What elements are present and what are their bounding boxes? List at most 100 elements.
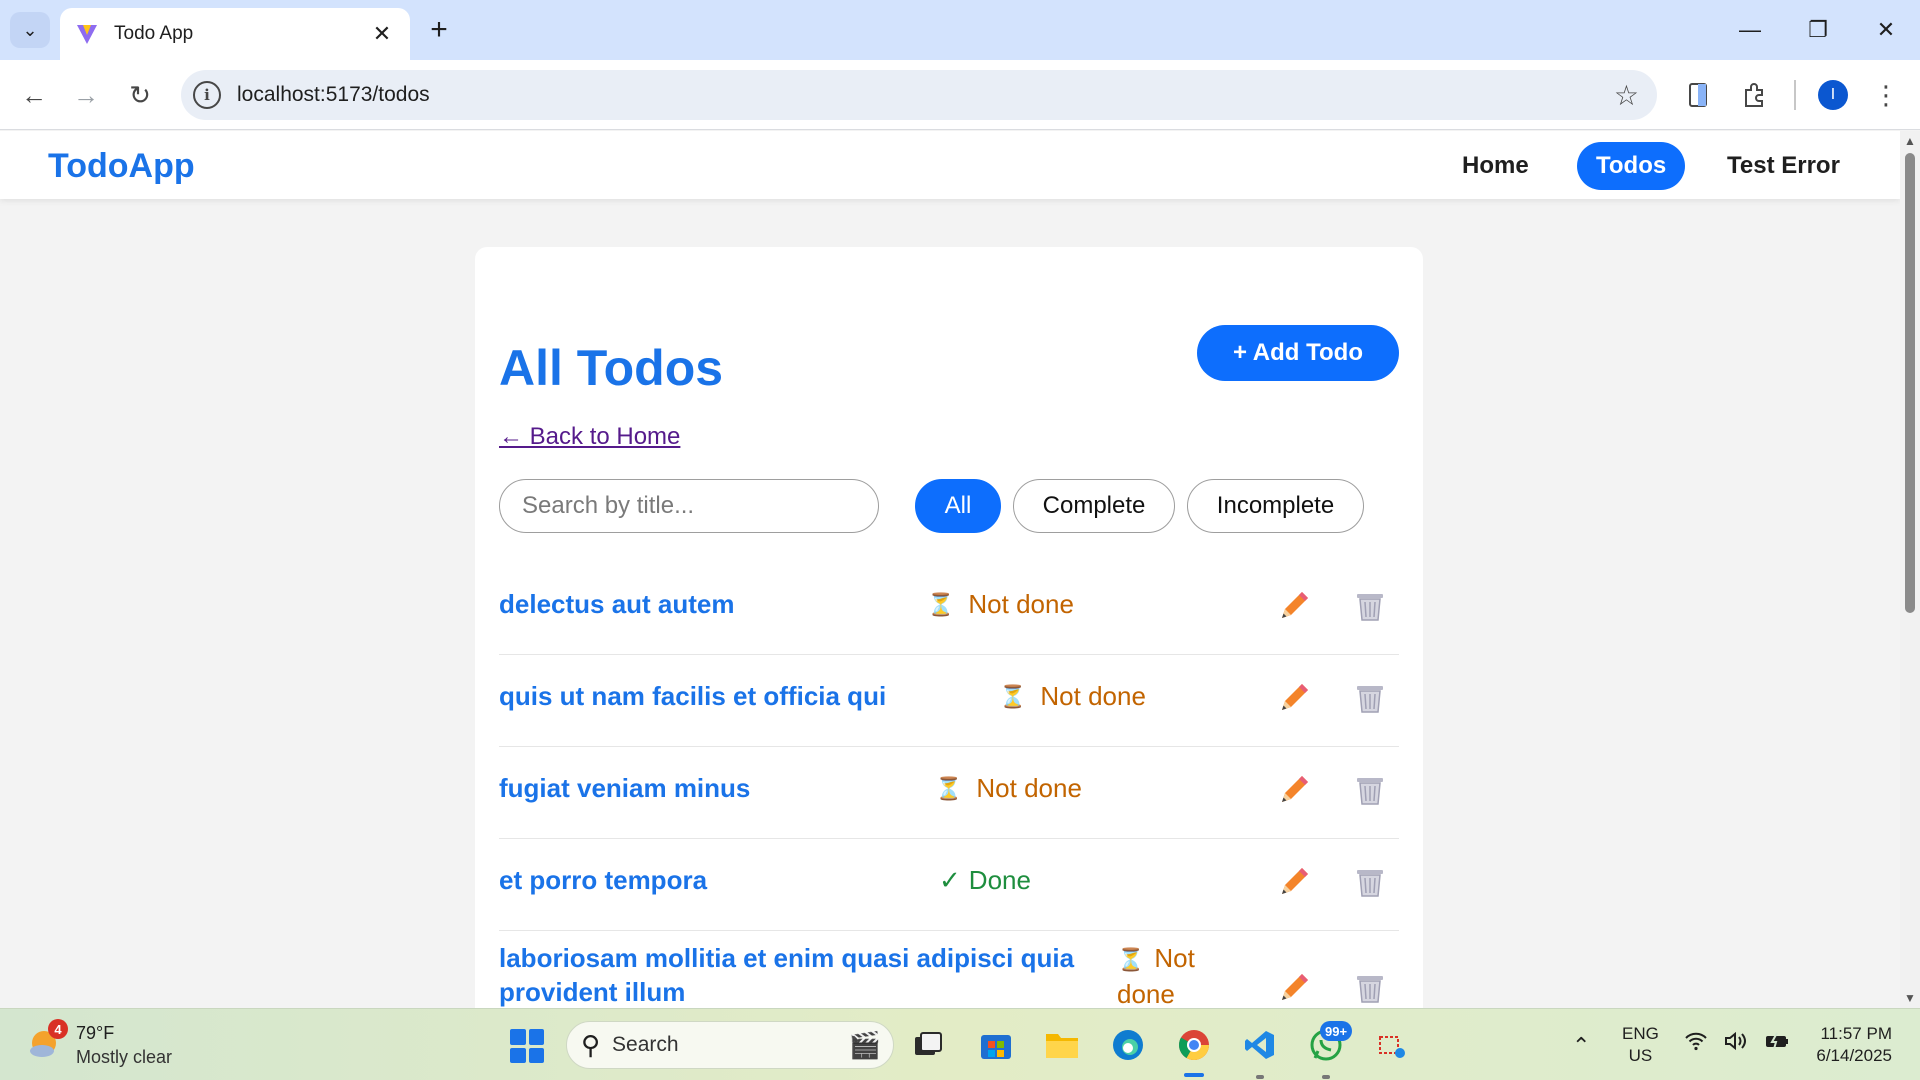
todo-item: delectus aut autem ⏳ Not done — [499, 563, 1399, 655]
trash-icon — [1357, 594, 1383, 621]
system-clock[interactable]: 11:57 PM 6/14/2025 — [1800, 1023, 1892, 1067]
chevron-down-icon: ⌄ — [22, 19, 38, 40]
hourglass-icon: ⏳ — [927, 591, 955, 617]
todo-status-label: Not done — [1040, 681, 1146, 711]
restore-icon[interactable]: ❐ — [1784, 0, 1852, 60]
reload-icon[interactable]: ↻ — [120, 75, 160, 115]
trash-icon — [1357, 686, 1383, 713]
new-tab-button[interactable]: + — [422, 14, 456, 48]
pencil-icon — [1282, 776, 1308, 802]
weather-temperature: 79°F — [76, 1023, 115, 1043]
checkmark-icon: ✓ — [939, 865, 961, 895]
todo-item: fugiat veniam minus ⏳ Not done — [499, 747, 1399, 839]
filter-all-button[interactable]: All — [915, 479, 1001, 533]
weather-description: Mostly clear — [76, 1047, 173, 1067]
extensions-icon[interactable] — [1734, 75, 1774, 115]
todo-item: laboriosam mollitia et enim quasi adipis… — [499, 931, 1399, 1008]
edge-browser-icon[interactable] — [1106, 1023, 1150, 1067]
filter-complete-button[interactable]: Complete — [1013, 479, 1175, 533]
todo-item: et porro tempora ✓ Done — [499, 839, 1399, 931]
forward-arrow-icon[interactable]: → — [66, 75, 106, 115]
hourglass-icon: ⏳ — [935, 775, 963, 801]
filter-incomplete-button[interactable]: Incomplete — [1187, 479, 1364, 533]
bookmark-star-icon[interactable]: ☆ — [1614, 79, 1639, 112]
battery-charging-icon[interactable] — [1764, 1031, 1790, 1057]
language-indicator[interactable]: ENG US — [1622, 1023, 1659, 1067]
system-tray[interactable] — [1684, 1031, 1790, 1057]
windows-start-icon[interactable] — [510, 1029, 544, 1063]
pencil-icon — [1282, 974, 1308, 1000]
edit-todo-button[interactable] — [1273, 677, 1315, 719]
taskbar-search-label: Search — [612, 1033, 679, 1056]
trash-icon — [1357, 778, 1383, 805]
volume-icon[interactable] — [1724, 1031, 1748, 1057]
todo-title[interactable]: et porro tempora — [499, 865, 707, 896]
delete-todo-button[interactable] — [1349, 585, 1391, 627]
search-icon: ⚲ — [581, 1029, 601, 1060]
edit-todo-button[interactable] — [1273, 769, 1315, 811]
page-title: All Todos — [499, 340, 724, 396]
browser-menu-icon[interactable]: ⋮ — [1866, 75, 1906, 115]
task-view-icon[interactable] — [906, 1023, 950, 1067]
todo-status-label: Not done — [976, 773, 1082, 803]
delete-todo-button[interactable] — [1349, 967, 1391, 1008]
file-explorer-icon[interactable] — [1040, 1023, 1084, 1067]
browser-tab[interactable]: Todo App ✕ — [60, 8, 410, 60]
todo-list: delectus aut autem ⏳ Not done quis ut na… — [499, 563, 1399, 1008]
chrome-browser-icon[interactable] — [1172, 1023, 1216, 1067]
show-hidden-icons-chevron-icon[interactable]: ⌃ — [1572, 1033, 1590, 1059]
add-todo-button[interactable]: + Add Todo — [1197, 325, 1399, 381]
hourglass-icon: ⏳ — [999, 683, 1027, 709]
vscode-icon[interactable] — [1238, 1023, 1282, 1067]
running-app-indicator — [1256, 1075, 1264, 1079]
microsoft-store-icon[interactable] — [974, 1023, 1018, 1067]
todos-card: All Todos + Add Todo ← Back to Home All … — [475, 247, 1423, 1008]
todo-title[interactable]: laboriosam mollitia et enim quasi adipis… — [499, 941, 1099, 1008]
edit-todo-button[interactable] — [1273, 967, 1315, 1008]
todo-status: ⏳ Not done — [1117, 941, 1227, 1008]
trash-icon — [1357, 976, 1383, 1003]
pencil-icon — [1282, 684, 1308, 710]
todo-title[interactable]: quis ut nam facilis et officia qui — [499, 681, 886, 712]
taskbar-search[interactable]: ⚲ Search 🎬 — [566, 1021, 894, 1069]
tab-search-dropdown[interactable]: ⌄ — [10, 12, 50, 48]
minimize-icon[interactable]: — — [1716, 0, 1784, 60]
nav-link-todos[interactable]: Todos — [1577, 142, 1686, 190]
scroll-down-arrow-icon[interactable]: ▼ — [1904, 992, 1916, 1004]
trash-icon — [1357, 870, 1383, 897]
edit-todo-button[interactable] — [1273, 861, 1315, 903]
todo-status: ✓ Done — [939, 865, 1031, 896]
delete-todo-button[interactable] — [1349, 861, 1391, 903]
delete-todo-button[interactable] — [1349, 769, 1391, 811]
app-brand-logo[interactable]: TodoApp — [48, 147, 195, 186]
site-info-icon[interactable]: i — [193, 81, 221, 109]
address-bar[interactable]: i localhost:5173/todos ☆ — [181, 70, 1657, 120]
close-tab-icon[interactable]: ✕ — [368, 21, 396, 47]
close-window-icon[interactable]: ✕ — [1852, 0, 1920, 60]
edit-todo-button[interactable] — [1273, 585, 1315, 627]
browser-tabstrip: ⌄ Todo App ✕ + — ❐ ✕ — [0, 0, 1920, 60]
search-input[interactable] — [499, 479, 879, 533]
reading-mode-icon[interactable] — [1678, 75, 1718, 115]
weather-alert-badge: 4 — [48, 1019, 68, 1039]
snipping-tool-icon[interactable] — [1370, 1023, 1414, 1067]
todo-title[interactable]: fugiat veniam minus — [499, 773, 750, 804]
url-text[interactable]: localhost:5173/todos — [237, 83, 1614, 107]
todo-title[interactable]: delectus aut autem — [499, 589, 735, 620]
back-to-home-link[interactable]: ← Back to Home — [499, 423, 680, 451]
nav-link-home[interactable]: Home — [1443, 142, 1548, 190]
wifi-icon[interactable] — [1684, 1031, 1708, 1057]
scroll-up-arrow-icon[interactable]: ▲ — [1904, 135, 1916, 147]
back-arrow-icon[interactable]: ← — [14, 75, 54, 115]
pencil-icon — [1282, 592, 1308, 618]
todo-status: ⏳ Not done — [999, 681, 1146, 712]
tab-title: Todo App — [114, 23, 194, 44]
nav-link-test-error[interactable]: Test Error — [1708, 142, 1859, 190]
active-app-indicator — [1184, 1073, 1204, 1077]
profile-avatar[interactable]: I — [1818, 80, 1848, 110]
hourglass-icon: ⏳ — [1117, 947, 1145, 972]
page-scrollbar[interactable]: ▲ ▼ — [1900, 131, 1920, 1008]
browser-toolbar: ← → ↻ i localhost:5173/todos ☆ — [0, 60, 1920, 130]
scrollbar-thumb[interactable] — [1905, 153, 1915, 613]
delete-todo-button[interactable] — [1349, 677, 1391, 719]
